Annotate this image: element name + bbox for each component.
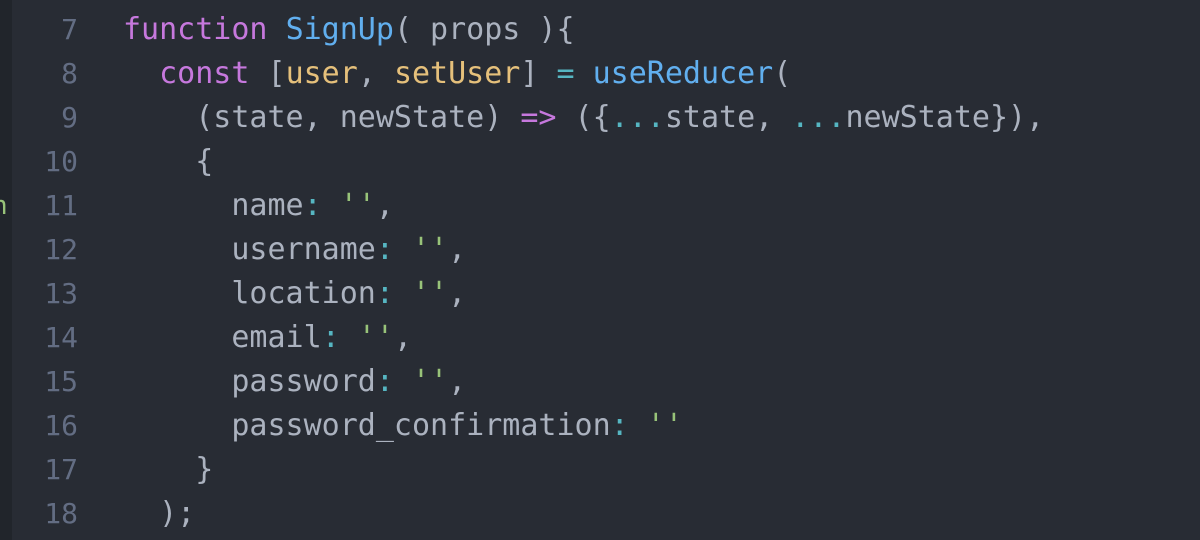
code-line[interactable]: 13 location: '', <box>0 272 1200 316</box>
code-token: '' <box>357 320 394 355</box>
code-line[interactable]: 12 username: '', <box>0 228 1200 272</box>
code-editor[interactable]: n 7function SignUp( props ){8 const [use… <box>0 0 1200 540</box>
code-token: '' <box>339 188 376 223</box>
line-number: 13 <box>44 277 78 310</box>
line-number: 10 <box>44 145 78 178</box>
line-number: 8 <box>61 57 78 90</box>
code-text[interactable]: } <box>123 448 213 492</box>
code-token: password_confirmation <box>123 408 611 443</box>
code-text[interactable]: password_confirmation: '' <box>123 404 683 448</box>
code-token: ( props ){ <box>393 12 575 47</box>
code-token: : <box>321 320 340 355</box>
code-token: name <box>123 188 304 223</box>
line-number: 9 <box>61 101 78 134</box>
line-number: 11 <box>44 189 78 222</box>
code-line[interactable]: 7 function SignUp( props ){ <box>0 8 1200 52</box>
code-token: (state, newState) <box>123 100 521 135</box>
code-token: , <box>448 232 467 267</box>
code-line[interactable]: 8 const [user, setUser] = useReducer( <box>0 52 1200 96</box>
code-text[interactable]: username: '', <box>123 228 466 272</box>
code-line[interactable]: 9 (state, newState) => ({...state, ...ne… <box>0 96 1200 140</box>
code-line[interactable]: 10 { <box>0 140 1200 184</box>
line-number: 7 <box>61 13 78 46</box>
line-number: 18 <box>44 497 78 530</box>
code-token: = <box>556 56 575 91</box>
code-text[interactable]: (state, newState) => ({...state, ...newS… <box>123 96 1044 140</box>
line-number: 14 <box>44 321 78 354</box>
code-line[interactable]: 14 email: '', <box>0 316 1200 360</box>
code-token: , <box>448 364 467 399</box>
code-text[interactable]: ); <box>123 492 195 536</box>
code-token: , <box>393 320 412 355</box>
code-token: '' <box>412 364 449 399</box>
code-token: => <box>520 100 557 135</box>
code-token: location <box>123 276 376 311</box>
code-token: { <box>123 144 214 179</box>
code-token: , <box>375 188 394 223</box>
code-token: '' <box>412 232 449 267</box>
code-token: [ <box>249 56 286 91</box>
code-text[interactable]: { <box>123 140 213 184</box>
code-line[interactable]: 18 ); <box>0 492 1200 536</box>
code-text[interactable]: const [user, setUser] = useReducer( <box>123 52 791 96</box>
code-text[interactable]: password: '', <box>123 360 466 404</box>
code-token: username <box>123 232 376 267</box>
code-token: '' <box>412 276 449 311</box>
code-token: ({ <box>556 100 611 135</box>
code-token: newState}), <box>845 100 1045 135</box>
code-token: , <box>448 276 467 311</box>
code-token: : <box>375 276 394 311</box>
code-token: SignUp <box>285 12 394 47</box>
code-line[interactable]: 16 password_confirmation: '' <box>0 404 1200 448</box>
code-token: ... <box>610 100 665 135</box>
code-token: function <box>123 12 268 47</box>
code-token: : <box>303 188 322 223</box>
code-token: useReducer <box>592 56 774 91</box>
code-token: ] <box>520 56 557 91</box>
code-token: setUser <box>393 56 521 91</box>
line-number: 12 <box>44 233 78 266</box>
code-line[interactable]: 17 } <box>0 448 1200 492</box>
code-token: user <box>285 56 358 91</box>
code-token: } <box>123 452 214 487</box>
code-token: : <box>610 408 629 443</box>
code-text[interactable]: function SignUp( props ){ <box>123 8 575 52</box>
code-token: const <box>159 56 250 91</box>
code-line[interactable]: 11 name: '', <box>0 184 1200 228</box>
code-token: : <box>375 232 394 267</box>
code-text[interactable]: email: '', <box>123 316 412 360</box>
code-token: password <box>123 364 376 399</box>
code-token: ... <box>791 100 846 135</box>
code-token: state, <box>664 100 792 135</box>
line-number: 15 <box>44 365 78 398</box>
code-token: : <box>375 364 394 399</box>
code-token: ( <box>773 56 792 91</box>
code-token: email <box>123 320 322 355</box>
code-text[interactable]: location: '', <box>123 272 466 316</box>
line-number: 17 <box>44 453 78 486</box>
code-line[interactable]: 15 password: '', <box>0 360 1200 404</box>
line-number: 16 <box>44 409 78 442</box>
code-token: , <box>357 56 394 91</box>
code-token: ); <box>123 496 196 531</box>
code-token: '' <box>646 408 683 443</box>
code-text[interactable]: name: '', <box>123 184 394 228</box>
